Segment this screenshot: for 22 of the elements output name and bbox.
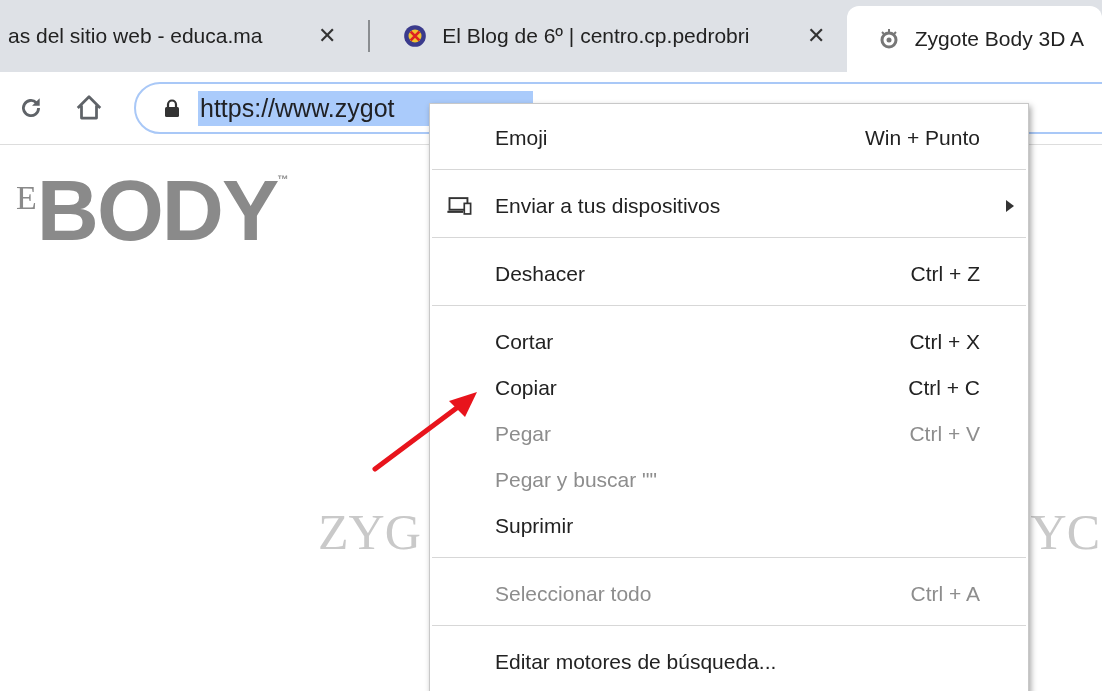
shortcut-text: Ctrl + C — [908, 376, 980, 400]
menu-item[interactable]: Deshacer Ctrl + Z — [430, 251, 1028, 297]
shortcut-text: Ctrl + X — [909, 330, 980, 354]
logo-text: BODY — [36, 167, 278, 253]
close-icon[interactable]: ✕ — [318, 23, 337, 49]
shortcut-text: Ctrl + V — [909, 422, 980, 446]
close-icon[interactable]: ✕ — [806, 23, 825, 49]
badge-icon — [402, 23, 429, 49]
shortcut-text: Ctrl + Z — [910, 262, 980, 286]
shortcut-text: Ctrl + A — [910, 582, 980, 606]
menu-item[interactable]: Copiar Ctrl + C — [430, 365, 1028, 411]
browser-tab[interactable]: Zygote Body 3D A — [846, 6, 1102, 72]
submenu-arrow-icon — [1006, 200, 1014, 212]
menu-item[interactable]: Enviar a tus dispositivos — [430, 183, 1028, 229]
menu-item[interactable]: Suprimir — [430, 503, 1028, 549]
trademark-mark: ™ — [277, 173, 289, 185]
browser-tab[interactable]: as del sitio web - educa.ma ✕ — [8, 0, 355, 72]
menu-item[interactable]: Cortar Ctrl + X — [430, 319, 1028, 365]
devices-icon — [446, 196, 472, 215]
logo-letter: E — [16, 179, 37, 217]
menu-item[interactable]: Editar motores de búsqueda... — [430, 639, 1028, 685]
browser-tab[interactable]: El Blog de 6º | centro.cp.pedrobri ✕ — [384, 0, 843, 72]
